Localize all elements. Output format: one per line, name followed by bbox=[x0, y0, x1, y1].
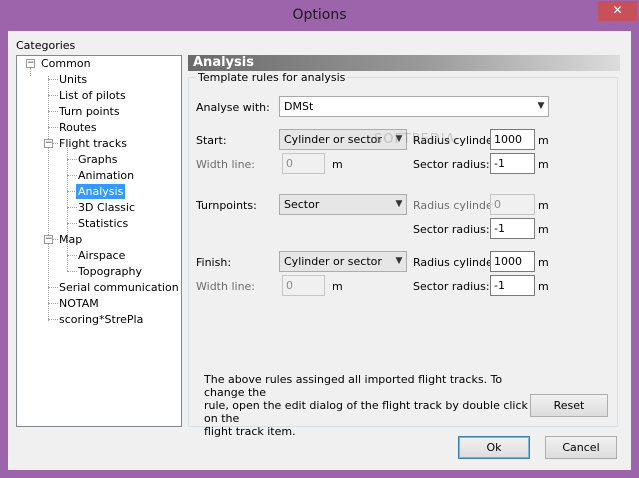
dialog-client: Categories − − − Common Units List of pi… bbox=[8, 31, 631, 470]
rules-note-line: rule, open the edit dialog of the flight… bbox=[204, 399, 528, 425]
tree-item-analysis[interactable]: Analysis bbox=[76, 184, 126, 199]
analyse-with-value: DMSt bbox=[284, 100, 314, 113]
close-icon[interactable]: ✕ bbox=[598, 1, 637, 21]
tree-item-list-of-pilots[interactable]: List of pilots bbox=[57, 88, 128, 103]
tree-line bbox=[48, 76, 49, 321]
cancel-button[interactable]: Cancel bbox=[545, 436, 617, 459]
tree-line bbox=[67, 244, 68, 271]
categories-label: Categories bbox=[16, 39, 76, 52]
finish-radius-cylinder-unit: m bbox=[538, 256, 549, 269]
section-header: Analysis bbox=[188, 55, 620, 71]
turnpoints-radius-cylinder-input[interactable]: 0 bbox=[490, 194, 535, 215]
finish-width-line-label: Width line: bbox=[196, 280, 256, 293]
tree-item-units[interactable]: Units bbox=[57, 72, 89, 87]
tree-item-airspace[interactable]: Airspace bbox=[76, 248, 127, 263]
group-caption: Template rules for analysis bbox=[196, 71, 348, 84]
tree-item-3d-classic[interactable]: 3D Classic bbox=[76, 200, 137, 215]
finish-width-line-unit: m bbox=[332, 280, 343, 293]
watermark-logo: SOFTPEDIA bbox=[374, 132, 456, 147]
collapse-common-icon[interactable]: − bbox=[26, 59, 35, 68]
chevron-down-icon: ▼ bbox=[395, 256, 403, 266]
finish-radius-cylinder-label: Radius cylinder: bbox=[413, 256, 501, 269]
analyse-with-select[interactable]: DMSt ▼ bbox=[279, 96, 549, 117]
reset-button[interactable]: Reset bbox=[530, 394, 608, 417]
tree-line bbox=[30, 68, 31, 76]
finish-width-line-input[interactable]: 0 bbox=[282, 275, 325, 296]
start-width-line-label: Width line: bbox=[196, 158, 256, 171]
start-label: Start: bbox=[196, 134, 227, 147]
finish-sector-radius-unit: m bbox=[538, 280, 549, 293]
tree-item-notam[interactable]: NOTAM bbox=[57, 296, 101, 311]
tree-item-scoring-strepla[interactable]: scoring*StrePla bbox=[57, 312, 145, 327]
ok-button[interactable]: Ok bbox=[458, 436, 530, 459]
start-width-line-input[interactable]: 0 bbox=[282, 153, 325, 174]
analyse-with-label: Analyse with: bbox=[196, 101, 270, 114]
turnpoints-radius-cylinder-label: Radius cylinder: bbox=[413, 199, 501, 212]
collapse-map-icon[interactable]: − bbox=[44, 235, 53, 244]
start-sector-radius-unit: m bbox=[538, 158, 549, 171]
tree-item-common[interactable]: Common bbox=[39, 56, 93, 71]
tree-item-routes[interactable]: Routes bbox=[57, 120, 99, 135]
tree-item-turn-points[interactable]: Turn points bbox=[57, 104, 122, 119]
start-sector-radius-input[interactable]: -1 bbox=[490, 153, 535, 174]
tree-item-statistics[interactable]: Statistics bbox=[76, 216, 130, 231]
tree-item-graphs[interactable]: Graphs bbox=[76, 152, 119, 167]
turnpoints-label: Turnpoints: bbox=[196, 199, 257, 212]
finish-sector-radius-input[interactable]: -1 bbox=[490, 275, 535, 296]
turnpoints-sector-radius-label: Sector radius: bbox=[413, 223, 490, 236]
options-window: Options ✕ Categories − − − Common Units … bbox=[0, 0, 639, 478]
rules-note: The above rules assinged all imported fl… bbox=[204, 373, 534, 438]
tree-item-serial-communication[interactable]: Serial communication bbox=[57, 280, 181, 295]
finish-radius-cylinder-input[interactable]: 1000 bbox=[490, 251, 535, 272]
categories-tree[interactable]: − − − Common Units List of pilots Turn p… bbox=[16, 55, 182, 427]
finish-value: Cylinder or sector bbox=[284, 255, 382, 268]
turnpoints-sector-radius-input[interactable]: -1 bbox=[490, 218, 535, 239]
window-title: Options bbox=[292, 7, 347, 23]
start-width-line-unit: m bbox=[332, 158, 343, 171]
finish-select[interactable]: Cylinder or sector ▼ bbox=[279, 251, 407, 272]
finish-sector-radius-label: Sector radius: bbox=[413, 280, 490, 293]
collapse-flight-tracks-icon[interactable]: − bbox=[44, 139, 53, 148]
start-value: Cylinder or sector bbox=[284, 133, 382, 146]
tree-item-flight-tracks[interactable]: Flight tracks bbox=[57, 136, 129, 151]
finish-label: Finish: bbox=[196, 256, 232, 269]
chevron-down-icon: ▼ bbox=[395, 199, 403, 209]
start-sector-radius-label: Sector radius: bbox=[413, 158, 490, 171]
chevron-down-icon: ▼ bbox=[537, 101, 545, 111]
turnpoints-value: Sector bbox=[284, 198, 320, 211]
start-radius-cylinder-input[interactable]: 1000 bbox=[490, 129, 535, 150]
turnpoints-select[interactable]: Sector ▼ bbox=[279, 194, 407, 215]
tree-item-topography[interactable]: Topography bbox=[76, 264, 144, 279]
rules-note-line: The above rules assinged all imported fl… bbox=[204, 373, 503, 399]
title-bar[interactable]: Options ✕ bbox=[0, 0, 639, 31]
turnpoints-sector-radius-unit: m bbox=[538, 223, 549, 236]
tree-item-map[interactable]: Map bbox=[57, 232, 84, 247]
turnpoints-radius-cylinder-unit: m bbox=[538, 199, 549, 212]
tree-item-animation[interactable]: Animation bbox=[76, 168, 136, 183]
start-radius-cylinder-unit: m bbox=[538, 134, 549, 147]
